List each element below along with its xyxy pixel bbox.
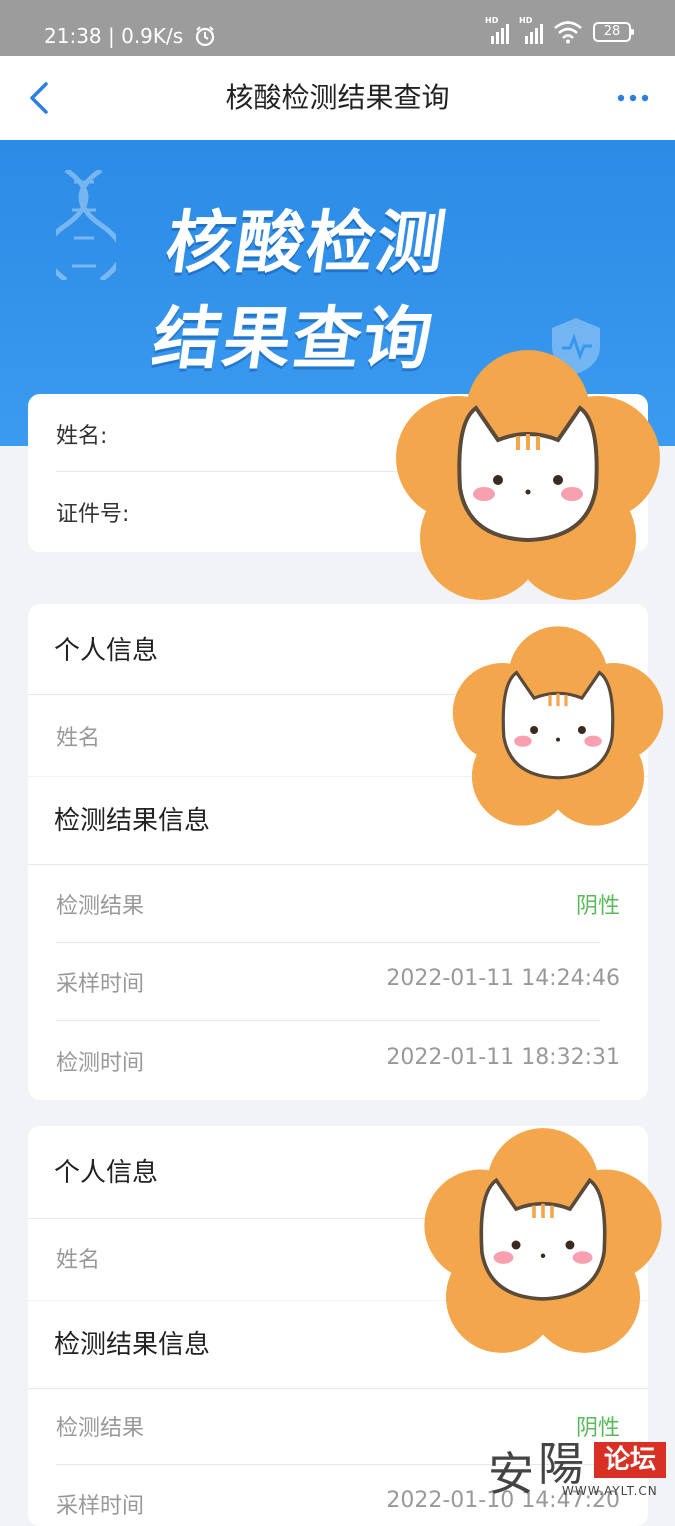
battery-icon: 28 xyxy=(593,22,634,42)
result-label: 检测结果 xyxy=(56,894,145,919)
signal-icon: HD xyxy=(519,16,543,44)
divider xyxy=(56,942,600,943)
id-field-label: 证件号: xyxy=(56,502,130,527)
hd-label: HD xyxy=(485,16,499,25)
sample-time-label: 采样时间 xyxy=(56,972,145,997)
result-value: 阴性 xyxy=(575,894,620,919)
alarm-icon xyxy=(195,26,214,47)
test-time-label: 检测时间 xyxy=(56,1051,145,1076)
personal-info-title: 个人信息 xyxy=(54,1158,159,1188)
more-icon[interactable] xyxy=(615,86,651,110)
hd-label: HD xyxy=(519,16,533,25)
name-label: 姓名 xyxy=(56,1248,101,1273)
wifi-icon xyxy=(554,21,582,44)
cat-sticker xyxy=(424,1128,662,1353)
watermark-char: 安 xyxy=(488,1447,534,1501)
name-field-label: 姓名: xyxy=(56,424,108,449)
result-info-title: 检测结果信息 xyxy=(54,806,211,836)
sample-time-value: 2022-01-11 14:24:46 xyxy=(386,966,620,991)
status-bar: 21:38 | 0.9K/s HD HD 28 xyxy=(0,0,675,56)
page-title: 核酸检测结果查询 xyxy=(225,81,450,114)
watermark-badge: 论坛 xyxy=(594,1442,666,1478)
personal-info-title: 个人信息 xyxy=(54,636,159,666)
result-info-title: 检测结果信息 xyxy=(54,1330,211,1360)
status-time: 21:38 | 0.9K/s xyxy=(44,22,216,50)
divider xyxy=(28,1388,648,1389)
dna-icon xyxy=(56,170,116,280)
cat-sticker xyxy=(452,626,664,826)
cat-sticker xyxy=(396,350,660,600)
test-time-value: 2022-01-11 18:32:31 xyxy=(386,1045,620,1070)
result-label: 检测结果 xyxy=(56,1416,145,1441)
banner-title-line1: 核酸检测 xyxy=(161,204,453,283)
sample-time-label: 采样时间 xyxy=(56,1494,145,1519)
status-time-speed: 21:38 | 0.9K/s xyxy=(44,24,184,48)
watermark-url: WWW.AYLT.CN xyxy=(562,1484,658,1498)
divider xyxy=(28,864,648,865)
nav-bar: 核酸检测结果查询 xyxy=(0,56,675,140)
status-icons: HD HD 28 xyxy=(485,16,634,44)
forum-watermark: 安 陽 论坛 WWW.AYLT.CN xyxy=(488,1428,675,1501)
signal-icon: HD xyxy=(485,16,509,44)
divider xyxy=(56,1020,600,1021)
name-label: 姓名 xyxy=(56,726,101,751)
